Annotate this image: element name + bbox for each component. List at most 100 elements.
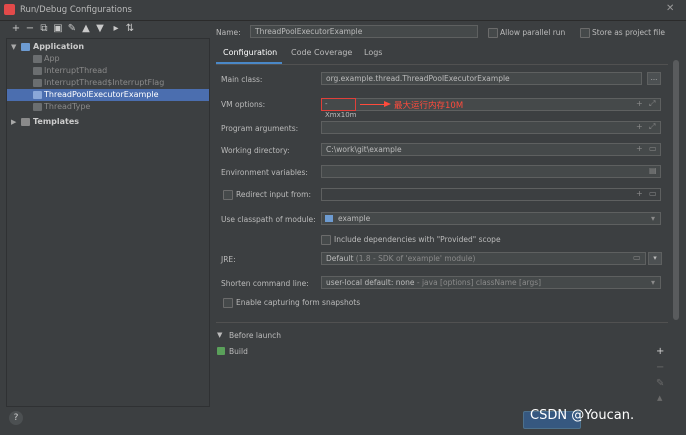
config-tree: ▼ Application App InterruptThread Interr… — [6, 38, 210, 407]
folder-icon[interactable]: ▭ — [633, 253, 641, 262]
edit-icon[interactable]: ✎ — [656, 378, 664, 389]
add-icon[interactable]: + — [636, 99, 643, 108]
folder-icon[interactable]: ▭ — [649, 189, 657, 198]
classpath-label: Use classpath of module: — [221, 215, 316, 224]
include-deps-label: Include dependencies with "Provided" sco… — [334, 235, 501, 244]
jre-label: JRE: — [221, 255, 236, 264]
tree-item-interruptflag[interactable]: InterruptThread$InterruptFlag — [7, 77, 209, 89]
tree-item-label: ThreadType — [44, 102, 91, 111]
folder-icon[interactable]: ▭ — [649, 144, 657, 153]
folder-icon[interactable]: ▸ — [110, 22, 122, 36]
tab-logs[interactable]: Logs — [364, 48, 382, 57]
jre-value: Default — [326, 254, 354, 263]
watermark-text: CSDN @Youcan. — [530, 408, 635, 423]
jre-dropdown-button[interactable]: ▾ — [648, 252, 662, 265]
redirect-input-label: Redirect input from: — [236, 190, 311, 199]
run-config-icon — [33, 79, 42, 87]
include-deps-checkbox[interactable] — [321, 235, 331, 245]
tree-application[interactable]: ▼ Application — [7, 41, 209, 53]
name-label: Name: — [216, 28, 241, 37]
add-icon[interactable]: + — [656, 346, 664, 357]
close-icon[interactable]: ✕ — [666, 3, 674, 14]
add-icon[interactable]: + — [636, 144, 643, 153]
save-icon[interactable]: ▣ — [52, 22, 64, 36]
redirect-input-field[interactable] — [321, 188, 661, 201]
arrow-right-icon — [384, 101, 391, 107]
shorten-select[interactable]: user-local default: none - java [options… — [321, 276, 661, 289]
tree-item-app[interactable]: App — [7, 53, 209, 65]
capture-snapshots-checkbox[interactable] — [223, 298, 233, 308]
jre-select[interactable]: Default (1.8 - SDK of 'example' module) — [321, 252, 646, 265]
env-vars-input[interactable] — [321, 165, 661, 178]
store-project-checkbox[interactable] — [580, 28, 590, 38]
tree-application-label: Application — [33, 42, 85, 51]
run-config-icon — [33, 91, 42, 99]
capture-snapshots-label: Enable capturing form snapshots — [236, 298, 361, 307]
arrow-down-icon[interactable]: ▼ — [94, 22, 106, 36]
shorten-value: user-local default: none — [326, 278, 415, 287]
chevron-down-icon[interactable]: ▼ — [217, 331, 222, 339]
arrow-up-icon[interactable]: ▲ — [657, 394, 662, 402]
allow-parallel-checkbox[interactable] — [488, 28, 498, 38]
tree-item-threadpoolexecutorexample[interactable]: ThreadPoolExecutorExample — [7, 89, 209, 101]
program-args-label: Program arguments: — [221, 124, 299, 133]
working-dir-label: Working directory: — [221, 146, 290, 155]
working-dir-input[interactable]: C:\work\git\example — [321, 143, 661, 156]
main-class-label: Main class: — [221, 75, 263, 84]
run-config-icon — [33, 103, 42, 111]
remove-icon[interactable]: − — [656, 362, 664, 373]
program-args-input[interactable] — [321, 121, 661, 134]
tree-item-threadtype[interactable]: ThreadType — [7, 101, 209, 113]
chevron-right-icon[interactable]: ▶ — [11, 116, 16, 128]
window-title: Run/Debug Configurations — [20, 5, 132, 15]
vm-options-label: VM options: — [221, 100, 266, 109]
store-project-label: Store as project file — [592, 28, 665, 37]
name-input[interactable]: ThreadPoolExecutorExample — [250, 25, 478, 38]
tree-item-label: InterruptThread — [44, 66, 108, 75]
main-class-input[interactable]: org.example.thread.ThreadPoolExecutorExa… — [321, 72, 642, 85]
chevron-down-icon[interactable]: ▾ — [651, 214, 655, 223]
jre-hint: (1.8 - SDK of 'example' module) — [355, 254, 476, 263]
tree-item-label: InterruptThread$InterruptFlag — [44, 78, 165, 87]
annotation-arrow — [360, 104, 386, 105]
build-label: Build — [229, 347, 248, 356]
tab-code-coverage[interactable]: Code Coverage — [291, 48, 352, 57]
arrow-up-icon[interactable]: ▲ — [80, 22, 92, 36]
tabs-divider — [216, 64, 668, 65]
run-config-icon — [33, 55, 42, 63]
tab-configuration[interactable]: Configuration — [223, 48, 277, 57]
browse-button[interactable]: ... — [647, 72, 661, 85]
tree-templates-label: Templates — [33, 117, 80, 126]
module-icon — [325, 215, 333, 222]
scrollbar-thumb[interactable] — [673, 60, 679, 320]
redirect-input-checkbox[interactable] — [223, 190, 233, 200]
chevron-down-icon[interactable]: ▾ — [651, 278, 655, 287]
config-toolbar: + − ⧉ ▣ ✎ ▲ ▼ ▸ ⇅ — [0, 22, 210, 38]
wrench-icon — [21, 118, 30, 126]
tree-templates[interactable]: ▶ Templates — [7, 116, 209, 128]
tree-item-label: App — [44, 54, 60, 63]
plus-icon[interactable]: + — [10, 22, 22, 36]
help-icon[interactable]: ? — [9, 411, 23, 425]
expand-icon[interactable]: ⤢ — [649, 122, 655, 132]
minus-icon[interactable]: − — [24, 22, 36, 36]
add-icon[interactable]: + — [636, 189, 643, 198]
tree-item-interruptthread[interactable]: InterruptThread — [7, 65, 209, 77]
run-config-icon — [33, 67, 42, 75]
application-icon — [21, 43, 30, 51]
build-icon — [217, 347, 225, 355]
shorten-hint: - java [options] className [args] — [416, 278, 542, 287]
app-logo-icon — [4, 4, 15, 15]
expand-icon[interactable]: ⤢ — [649, 99, 655, 109]
env-vars-label: Environment variables: — [221, 168, 308, 177]
chevron-down-icon[interactable]: ▼ — [11, 41, 16, 53]
wrench-icon[interactable]: ✎ — [66, 22, 78, 36]
add-icon[interactable]: + — [636, 122, 643, 131]
classpath-select[interactable]: example — [321, 212, 661, 225]
before-launch-label: Before launch — [229, 331, 281, 340]
sort-icon[interactable]: ⇅ — [124, 22, 136, 36]
copy-icon[interactable]: ⧉ — [38, 22, 50, 36]
document-icon[interactable]: ▤ — [649, 166, 657, 175]
annotation-text: 最大运行内存10M — [394, 101, 464, 111]
before-launch-build-row[interactable] — [212, 345, 652, 358]
